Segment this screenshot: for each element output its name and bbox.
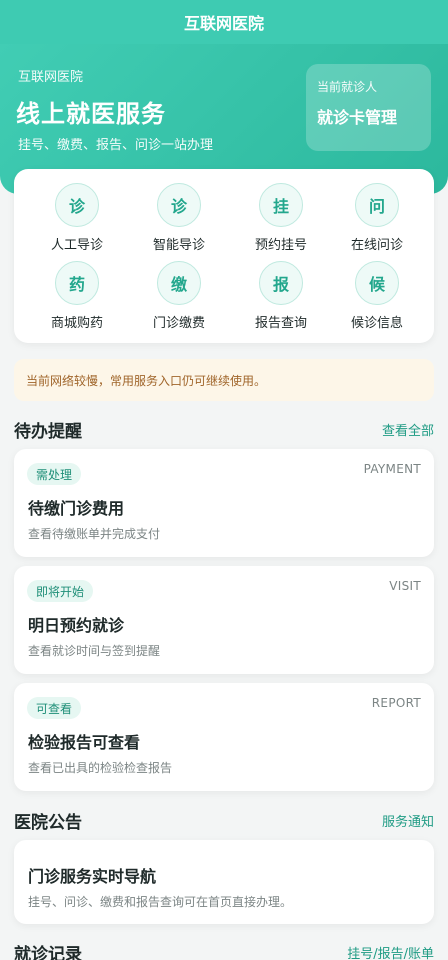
section-title: 医院公告	[14, 812, 82, 833]
records-section-header: 就诊记录 挂号/报告/账单	[14, 940, 434, 960]
service-label: 预约挂号	[254, 238, 307, 253]
online-consult-icon: 问	[355, 183, 399, 227]
report-icon: 报	[259, 261, 303, 305]
announce-section-header: 医院公告 服务通知	[14, 808, 434, 833]
announcement-card[interactable]: 门诊服务实时导航 挂号、问诊、缴费和报告查询可在首页直接办理。	[14, 840, 434, 924]
todo-description: 查看就诊时间与签到提醒	[28, 644, 161, 658]
todo-type: VISIT	[389, 579, 421, 593]
service-label: 门诊缴费	[152, 316, 205, 331]
queue-icon: 候	[355, 261, 399, 305]
hero-description: 挂号、缴费、报告、问诊一站办理	[18, 138, 214, 153]
announcement-description: 挂号、问诊、缴费和报告查询可在首页直接办理。	[28, 895, 293, 909]
todo-type: REPORT	[371, 696, 421, 710]
pharmacy-icon: 药	[55, 261, 99, 305]
card-management-label: 就诊卡管理	[317, 108, 398, 127]
app-title: 互联网医院	[183, 14, 264, 33]
service-label: 商城购药	[50, 316, 103, 331]
appointment-icon: 挂	[259, 183, 303, 227]
hero-title: 线上就医服务	[16, 100, 166, 128]
section-title: 待办提醒	[14, 421, 82, 442]
status-badge: 即将开始	[27, 580, 94, 602]
todo-description: 查看待缴账单并完成支付	[28, 527, 161, 541]
todo-card-report[interactable]: 可查看 REPORT 检验报告可查看 查看已出具的检验检查报告	[14, 683, 434, 791]
records-link[interactable]: 挂号/报告/账单	[347, 943, 434, 960]
patient-card-button[interactable]: 当前就诊人 就诊卡管理	[306, 64, 431, 151]
service-label: 在线问诊	[350, 238, 403, 253]
todo-type: PAYMENT	[363, 462, 421, 476]
hero-subtitle: 互联网医院	[18, 70, 84, 85]
view-all-link[interactable]: 查看全部	[382, 420, 434, 439]
smart-guide-icon: 诊	[157, 183, 201, 227]
todo-title: 检验报告可查看	[28, 733, 141, 752]
service-smart-guide[interactable]: 诊 智能导诊	[129, 183, 229, 255]
announcement-title: 门诊服务实时导航	[28, 867, 157, 886]
network-notice: 当前网络较慢，常用服务入口仍可继续使用。	[14, 359, 434, 401]
service-label: 报告查询	[254, 316, 307, 331]
service-label: 候诊信息	[350, 316, 403, 331]
notice-text: 当前网络较慢，常用服务入口仍可继续使用。	[26, 373, 267, 388]
service-label: 人工导诊	[50, 238, 103, 253]
status-badge: 需处理	[27, 463, 82, 485]
todo-description: 查看已出具的检验检查报告	[28, 761, 173, 775]
service-appointment[interactable]: 挂 预约挂号	[231, 183, 331, 255]
payment-icon: 缴	[157, 261, 201, 305]
service-online-consult[interactable]: 问 在线问诊	[327, 183, 427, 255]
service-notice-link[interactable]: 服务通知	[382, 811, 434, 830]
service-report-query[interactable]: 报 报告查询	[231, 261, 331, 333]
service-grid: 诊 人工导诊 诊 智能导诊 挂 预约挂号 问 在线问诊 药 商城购药 缴 门诊缴…	[14, 169, 434, 343]
todo-card-payment[interactable]: 需处理 PAYMENT 待缴门诊费用 查看待缴账单并完成支付	[14, 449, 434, 557]
app-header: 互联网医院	[0, 0, 448, 44]
status-badge: 可查看	[27, 697, 82, 719]
service-queue-info[interactable]: 候 候诊信息	[327, 261, 427, 333]
service-label: 智能导诊	[152, 238, 205, 253]
todo-title: 待缴门诊费用	[28, 499, 125, 518]
section-title: 就诊记录	[14, 944, 82, 960]
manual-guide-icon: 诊	[55, 183, 99, 227]
patient-label: 当前就诊人	[317, 80, 378, 94]
todo-section-header: 待办提醒 查看全部	[14, 417, 434, 442]
service-pharmacy[interactable]: 药 商城购药	[27, 261, 127, 333]
service-payment[interactable]: 缴 门诊缴费	[129, 261, 229, 333]
todo-card-visit[interactable]: 即将开始 VISIT 明日预约就诊 查看就诊时间与签到提醒	[14, 566, 434, 674]
service-manual-guide[interactable]: 诊 人工导诊	[27, 183, 127, 255]
todo-title: 明日预约就诊	[28, 616, 125, 635]
